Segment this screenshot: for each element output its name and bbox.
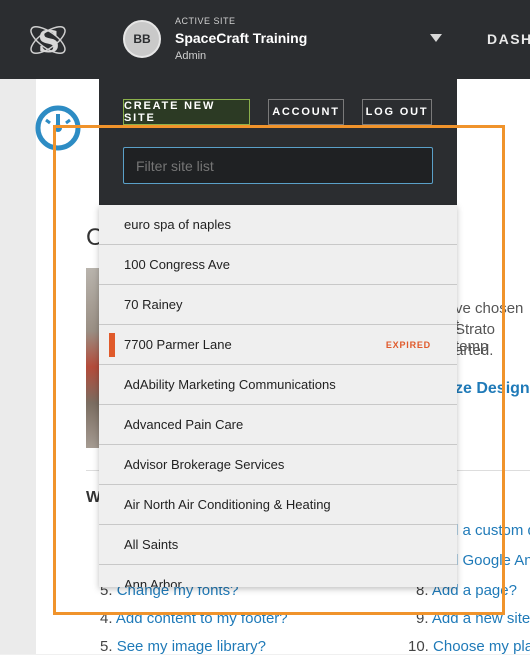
faq-link[interactable]: 5. See my image library? [100, 638, 266, 655]
site-list-item[interactable]: Advisor Brokerage Services [99, 445, 457, 485]
faq-link[interactable]: 10. Choose my pla [408, 638, 530, 655]
active-site-label: ACTIVE SITE [175, 16, 236, 26]
site-list-item[interactable]: 100 Congress Ave [99, 245, 457, 285]
site-list-item[interactable]: Ann Arbor [99, 565, 457, 587]
faq-link[interactable]: l Google An [455, 552, 530, 569]
design-thumbnail [86, 268, 100, 448]
site-list-item[interactable]: AdAbility Marketing Communications [99, 365, 457, 405]
faq-link[interactable]: l a custom d [455, 522, 530, 539]
site-list-item[interactable]: 70 Rainey [99, 285, 457, 325]
nav-dashboard-link[interactable]: DASH [487, 31, 530, 47]
caret-down-icon[interactable] [430, 34, 442, 42]
site-list-item-expired[interactable]: 7700 Parmer Lane EXPIRED [99, 325, 457, 365]
customize-design-link[interactable]: ze Design [455, 380, 530, 398]
expired-marker [109, 333, 115, 357]
active-site-name[interactable]: SpaceCraft Training [175, 30, 307, 46]
filter-site-list-input[interactable] [123, 147, 433, 184]
svg-text:S: S [38, 25, 60, 60]
account-button[interactable]: ACCOUNT [268, 99, 344, 125]
site-list-item[interactable]: euro spa of naples [99, 205, 457, 245]
atom-s-logo-icon[interactable]: S [24, 14, 72, 66]
faq-link[interactable]: 9. Add a new site [416, 610, 530, 627]
log-out-button[interactable]: LOG OUT [362, 99, 432, 125]
site-list: euro spa of naples 100 Congress Ave 70 R… [99, 205, 457, 587]
avatar[interactable]: BB [123, 20, 161, 58]
expired-badge: EXPIRED [385, 340, 431, 350]
create-new-site-button[interactable]: CREATE NEW SITE [123, 99, 250, 125]
user-role: Admin [175, 50, 207, 62]
faq-link[interactable]: 4. Add content to my footer? [100, 610, 288, 627]
site-list-item[interactable]: Advanced Pain Care [99, 405, 457, 445]
gauge-icon [35, 105, 81, 151]
site-list-item[interactable]: Air North Air Conditioning & Heating [99, 485, 457, 525]
site-list-item[interactable]: All Saints [99, 525, 457, 565]
site-switcher-panel: BB ACTIVE SITE SpaceCraft Training Admin… [99, 0, 457, 205]
intro-text-line-3: arted. [455, 342, 494, 359]
